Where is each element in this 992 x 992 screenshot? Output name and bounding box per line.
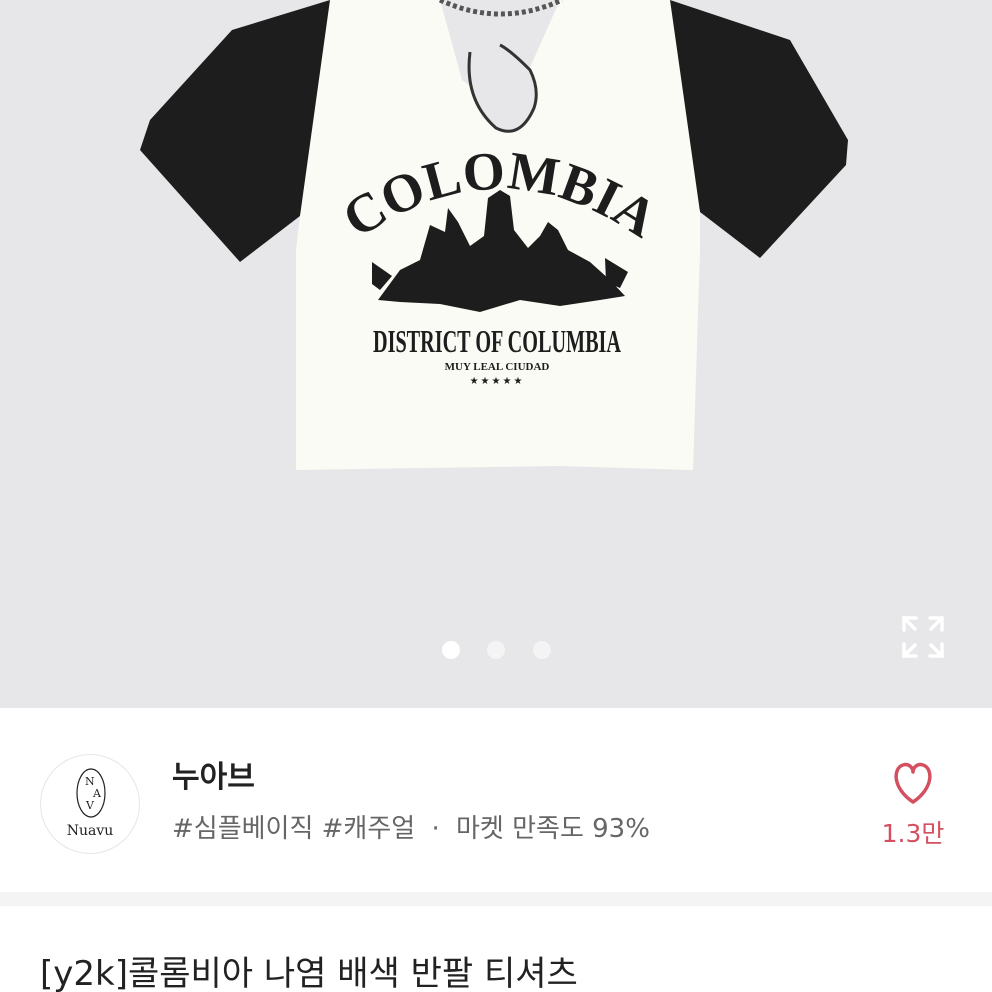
- like-button[interactable]: 1.3만: [878, 758, 948, 858]
- shop-meta: #심플베이직 #캐주얼 · 마켓 만족도 93%: [172, 808, 650, 845]
- shop-info[interactable]: N A V Nuavu 누아브 #심플베이직 #캐주얼 · 마켓 만족도 93%…: [0, 708, 992, 892]
- print-subtitle: DISTRICT OF COLUMBIA: [373, 323, 621, 359]
- carousel-pagination: [0, 641, 992, 661]
- meta-separator: ·: [431, 814, 440, 844]
- expand-icon: [902, 616, 944, 658]
- print-stars: ★★★★★: [470, 376, 525, 387]
- print-motto: MUY LEAL CIUDAD: [445, 361, 550, 373]
- satisfaction-label: 마켓 만족도 93%: [456, 814, 650, 844]
- product-image-gallery[interactable]: COLOMBIA DISTRICT OF COLUMBIA MUY LEAL C…: [0, 0, 992, 708]
- shop-logo-text: Nuavu: [66, 823, 114, 839]
- shop-logo-mark: N A V: [76, 768, 106, 818]
- product-page: COLOMBIA DISTRICT OF COLUMBIA MUY LEAL C…: [0, 0, 992, 992]
- shop-name[interactable]: 누아브: [172, 752, 255, 796]
- section-divider: [0, 892, 992, 906]
- carousel-dot-2[interactable]: [487, 641, 505, 659]
- heart-icon: [894, 762, 932, 804]
- product-photo: COLOMBIA DISTRICT OF COLUMBIA MUY LEAL C…: [140, 0, 848, 470]
- shop-tags: #심플베이직 #캐주얼: [172, 814, 416, 844]
- like-count: 1.3만: [881, 819, 945, 848]
- product-title: [y2k]콜롬비아 나염 배색 반팔 티셔츠: [40, 954, 578, 992]
- expand-image-button[interactable]: [898, 612, 948, 662]
- shop-avatar[interactable]: N A V Nuavu: [40, 754, 140, 854]
- carousel-dot-3[interactable]: [533, 641, 551, 659]
- svg-text:V: V: [85, 799, 95, 812]
- carousel-dot-1[interactable]: [442, 641, 460, 659]
